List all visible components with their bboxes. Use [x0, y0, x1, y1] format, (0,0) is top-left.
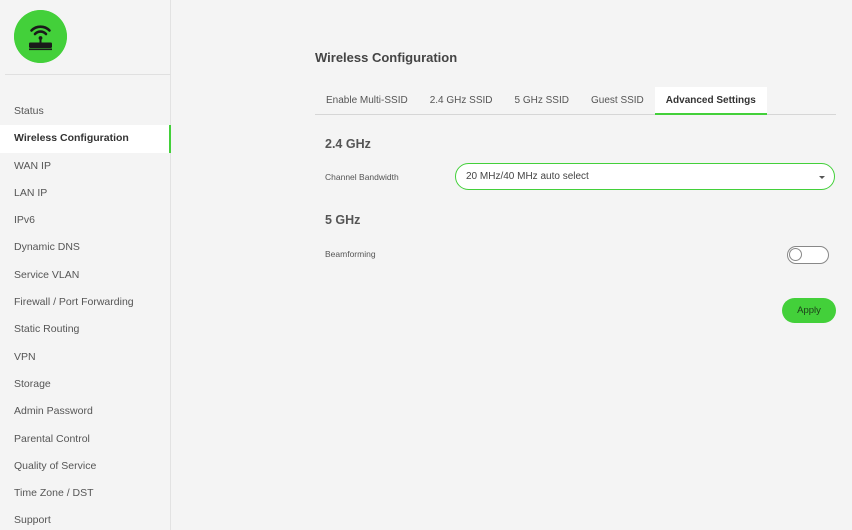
tab-guest-ssid[interactable]: Guest SSID	[580, 87, 655, 115]
router-logo	[14, 10, 67, 63]
main-content: Wireless Configuration Enable Multi-SSID…	[171, 0, 852, 530]
sidebar-item-wan-ip[interactable]: WAN IP	[0, 153, 171, 180]
toggle-knob	[789, 248, 802, 261]
sidebar-item-dynamic-dns[interactable]: Dynamic DNS	[0, 234, 171, 261]
section-heading-24ghz: 2.4 GHz	[325, 137, 371, 151]
beamforming-toggle[interactable]	[787, 246, 829, 264]
sidebar-item-static-routing[interactable]: Static Routing	[0, 316, 171, 343]
sidebar-item-service-vlan[interactable]: Service VLAN	[0, 262, 171, 289]
channel-bandwidth-label: Channel Bandwidth	[325, 172, 399, 182]
sidebar: Status Wireless Configuration WAN IP LAN…	[0, 0, 171, 530]
sidebar-item-storage[interactable]: Storage	[0, 371, 171, 398]
sidebar-item-wireless-configuration[interactable]: Wireless Configuration	[0, 125, 171, 153]
sidebar-item-ipv6[interactable]: IPv6	[0, 207, 171, 234]
sidebar-item-support[interactable]: Support	[0, 507, 171, 530]
sidebar-item-quality-of-service[interactable]: Quality of Service	[0, 453, 171, 480]
beamforming-label: Beamforming	[325, 249, 376, 259]
channel-bandwidth-value: 20 MHz/40 MHz auto select	[466, 171, 589, 182]
sidebar-nav: Status Wireless Configuration WAN IP LAN…	[0, 98, 171, 530]
sidebar-item-admin-password[interactable]: Admin Password	[0, 398, 171, 425]
app-window: Status Wireless Configuration WAN IP LAN…	[0, 0, 852, 530]
sidebar-item-status[interactable]: Status	[0, 98, 171, 125]
page-title: Wireless Configuration	[315, 50, 458, 65]
sidebar-item-time-zone-dst[interactable]: Time Zone / DST	[0, 480, 171, 507]
tab-enable-multi-ssid[interactable]: Enable Multi-SSID	[315, 87, 419, 115]
tab-24ghz-ssid[interactable]: 2.4 GHz SSID	[419, 87, 504, 115]
router-icon	[14, 10, 67, 63]
sidebar-divider	[5, 74, 171, 75]
tab-5ghz-ssid[interactable]: 5 GHz SSID	[504, 87, 580, 115]
channel-bandwidth-select[interactable]: 20 MHz/40 MHz auto select	[455, 163, 835, 190]
tab-bar: Enable Multi-SSID 2.4 GHz SSID 5 GHz SSI…	[315, 87, 836, 115]
chevron-down-icon	[819, 176, 825, 179]
tab-advanced-settings[interactable]: Advanced Settings	[654, 87, 767, 115]
sidebar-item-vpn[interactable]: VPN	[0, 344, 171, 371]
sidebar-item-lan-ip[interactable]: LAN IP	[0, 180, 171, 207]
sidebar-item-parental-control[interactable]: Parental Control	[0, 426, 171, 453]
sidebar-item-firewall-port-forwarding[interactable]: Firewall / Port Forwarding	[0, 289, 171, 316]
apply-button[interactable]: Apply	[782, 298, 836, 323]
section-heading-5ghz: 5 GHz	[325, 213, 361, 227]
